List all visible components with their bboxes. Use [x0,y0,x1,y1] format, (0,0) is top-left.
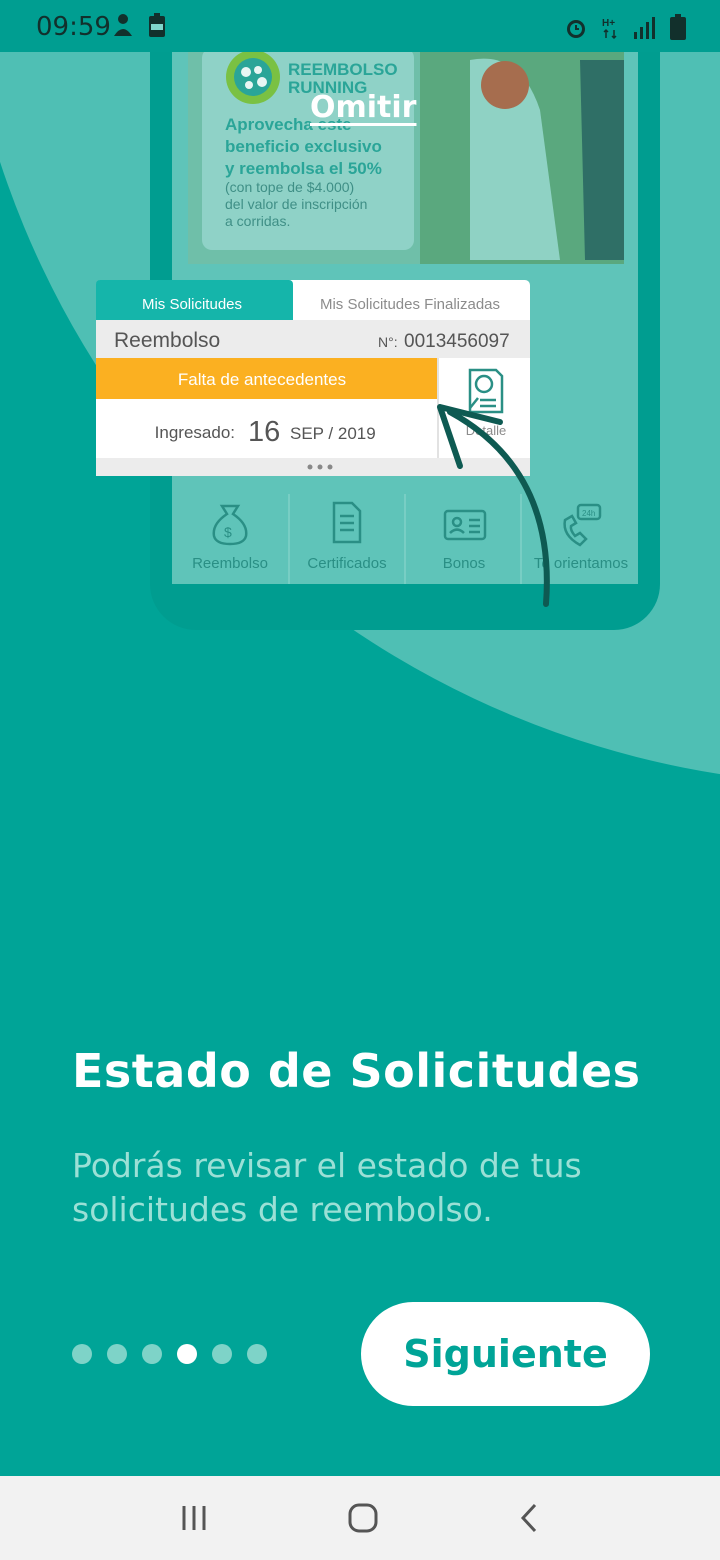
tab-mis-solicitudes: Mis Solicitudes [142,296,242,313]
pager-dot [212,1344,232,1364]
nav-item-bonos: Bonos [443,555,486,572]
status-bar: 09:59 H+ [0,0,720,52]
pager-dot [107,1344,127,1364]
promo-headline-2: beneficio exclusivo [225,137,382,156]
battery-saver-icon [149,13,165,37]
pager-dot [247,1344,267,1364]
hplus-network-icon: H+ [602,18,617,40]
entered-month-year: SEP / 2019 [290,424,376,443]
svg-text:H+: H+ [602,18,615,29]
skip-link[interactable]: Omitir [310,90,416,125]
promo-body-2: del valor de inscripción [225,196,367,212]
request-card: Mis Solicitudes Mis Solicitudes Finaliza… [96,280,530,476]
promo-body-1: (con tope de $4.000) [225,179,354,195]
promo-headline-3: y reembolsa el 50% [225,159,382,178]
pager-dot [142,1344,162,1364]
system-nav-bar [0,1476,720,1560]
back-icon[interactable] [517,1502,541,1534]
request-number: 0013456097 [404,331,510,352]
notification-icon [114,14,132,36]
alarm-icon [567,20,585,38]
recent-apps-icon[interactable] [179,1503,209,1533]
request-number-label: N°: [378,334,398,350]
nav-item-certificados: Certificados [307,555,386,572]
tab-mis-solicitudes-finalizadas: Mis Solicitudes Finalizadas [320,296,500,313]
next-button[interactable]: Siguiente [361,1302,650,1406]
entered-day: 16 [248,416,280,448]
pager-dots [72,1344,267,1364]
battery-icon [670,14,686,40]
svg-text:$: $ [224,524,232,540]
signal-icon [634,17,655,39]
promo-body-3: a corridas. [225,213,290,229]
status-time: 09:59 [36,12,111,42]
entered-label: Ingresado: [155,423,235,442]
pager-dot-active [177,1344,197,1364]
page-description: Podrás revisar el estado de tus solicitu… [72,1146,582,1229]
home-icon[interactable] [347,1502,379,1534]
pager-dot [72,1344,92,1364]
request-type: Reembolso [114,329,220,352]
nav-item-reembolso: Reembolso [192,555,268,572]
svg-text:24h: 24h [582,509,595,518]
promo-brand-line1: REEMBOLSO [288,60,398,79]
page-title: Estado de Solicitudes [72,1044,641,1098]
status-text: Falta de antecedentes [178,370,346,389]
